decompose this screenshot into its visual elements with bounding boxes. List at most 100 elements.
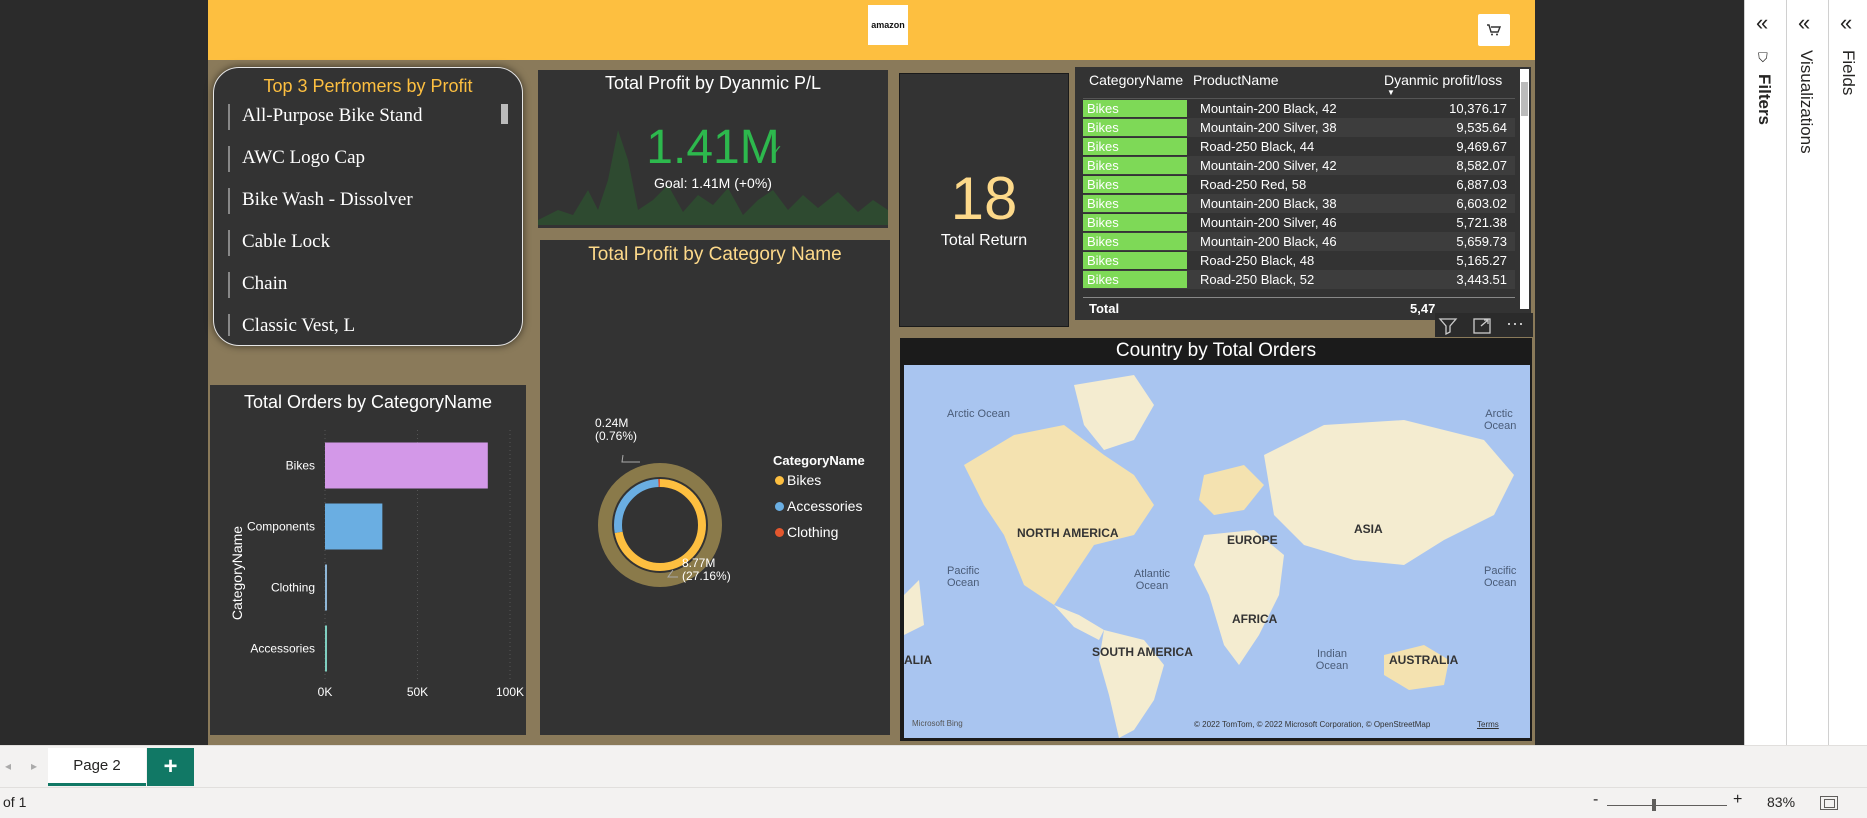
table-row[interactable]: Bikes Mountain-200 Black, 38 6,603.02 bbox=[1083, 194, 1515, 213]
zoom-out-button[interactable]: - bbox=[1593, 791, 1598, 809]
kpi-title: Total Profit by Dyanmic P/L bbox=[604, 73, 822, 93]
legend-title: CategoryName bbox=[773, 453, 865, 468]
total-return-card[interactable]: 18 Total Return bbox=[899, 73, 1069, 327]
cell-value: 5,721.38 bbox=[1456, 215, 1507, 230]
legend-dot bbox=[775, 502, 784, 511]
map-label: Pacific Ocean bbox=[1484, 565, 1517, 589]
map-label: Indian Ocean bbox=[1315, 648, 1349, 672]
y-tick-label: Clothing bbox=[271, 581, 315, 595]
column-header-category[interactable]: CategoryName bbox=[1089, 72, 1183, 88]
kpi-value: 1.41M bbox=[646, 121, 780, 174]
cell-product: Road-250 Black, 52 bbox=[1200, 272, 1315, 287]
legend-label: Bikes bbox=[787, 472, 822, 488]
slicer-item[interactable]: Cable Lock bbox=[228, 230, 330, 256]
kpi-visual[interactable]: Total Profit by Dyanmic P/L 1.41M ✓ Goal… bbox=[538, 70, 888, 228]
bar[interactable] bbox=[325, 564, 327, 611]
visualizations-pane[interactable]: « Visualizations bbox=[1786, 0, 1828, 745]
cell-product: Mountain-200 Black, 46 bbox=[1200, 234, 1337, 249]
fields-label[interactable]: Fields bbox=[1838, 50, 1858, 95]
cell-category: Bikes bbox=[1083, 138, 1187, 155]
next-page-icon[interactable]: ▸ bbox=[31, 759, 37, 773]
slicer-item[interactable]: Chain bbox=[228, 272, 287, 298]
table-row[interactable]: Bikes Road-250 Black, 52 3,443.51 bbox=[1083, 270, 1515, 289]
column-header-product[interactable]: ProductName bbox=[1193, 72, 1279, 88]
bar[interactable] bbox=[325, 503, 383, 550]
cell-product: Mountain-200 Black, 42 bbox=[1200, 101, 1337, 116]
focus-mode-icon[interactable] bbox=[1472, 317, 1492, 335]
filter-icon[interactable] bbox=[1438, 317, 1458, 336]
cell-value: 5,165.27 bbox=[1456, 253, 1507, 268]
x-tick-label: 100K bbox=[496, 685, 524, 699]
check-icon: ✓ bbox=[771, 142, 783, 158]
cell-category: Bikes bbox=[1083, 271, 1187, 288]
map-label: AFRICA bbox=[1232, 612, 1278, 626]
table-row[interactable]: Bikes Road-250 Black, 48 5,165.27 bbox=[1083, 251, 1515, 270]
fields-pane[interactable]: « Fields bbox=[1828, 0, 1867, 745]
legend-dot bbox=[775, 528, 784, 537]
prev-page-icon[interactable]: ◂ bbox=[5, 759, 11, 773]
profit-table[interactable]: CategoryName ProductName Dyanmic profit/… bbox=[1075, 67, 1531, 320]
map-label: NORTH AMERICA bbox=[1017, 526, 1119, 540]
table-row[interactable]: Bikes Mountain-200 Silver, 38 9,535.64 bbox=[1083, 118, 1515, 137]
label-leader-line bbox=[621, 454, 640, 463]
collapse-chevron-icon[interactable]: « bbox=[1798, 10, 1810, 36]
y-tick-label: Components bbox=[247, 520, 315, 534]
map-terms-link[interactable]: Terms bbox=[1477, 720, 1499, 729]
world-map[interactable]: Arctic Ocean Arctic Ocean NORTH AMERICA … bbox=[904, 365, 1530, 738]
legend-label: Accessories bbox=[787, 498, 863, 514]
cell-category: Bikes bbox=[1083, 233, 1187, 250]
card-value: 18 bbox=[950, 165, 1018, 232]
collapse-chevron-icon[interactable]: « bbox=[1756, 10, 1768, 36]
table-row[interactable]: Bikes Mountain-200 Black, 46 5,659.73 bbox=[1083, 232, 1515, 251]
more-options-icon[interactable]: ⋯ bbox=[1506, 314, 1524, 335]
cell-value: 6,887.03 bbox=[1456, 177, 1507, 192]
column-header-profit[interactable]: Dyanmic profit/loss bbox=[1384, 72, 1502, 88]
tab-page-2[interactable]: Page 2 bbox=[48, 748, 146, 786]
bar[interactable] bbox=[325, 442, 488, 489]
table-row[interactable]: Bikes Mountain-200 Silver, 46 5,721.38 bbox=[1083, 213, 1515, 232]
cell-value: 9,535.64 bbox=[1456, 120, 1507, 135]
card-label: Total Return bbox=[940, 232, 1028, 249]
data-label: 0.24M (0.76%) bbox=[595, 416, 638, 443]
fit-to-page-icon[interactable] bbox=[1820, 796, 1838, 810]
bar[interactable] bbox=[325, 625, 327, 672]
map-label: Pacific Ocean bbox=[947, 565, 980, 589]
table-row[interactable]: Bikes Mountain-200 Black, 42 10,376.17 bbox=[1083, 99, 1515, 118]
total-label: Total bbox=[1089, 301, 1120, 316]
table-row[interactable]: Bikes Road-250 Black, 44 9,469.67 bbox=[1083, 137, 1515, 156]
filters-label[interactable]: Filters bbox=[1754, 74, 1774, 125]
slicer-scrollbar[interactable] bbox=[501, 104, 508, 124]
slicer-item[interactable]: All-Purpose Bike Stand bbox=[228, 104, 423, 130]
orders-bar-chart[interactable]: Total Orders by CategoryName CategoryNam… bbox=[210, 385, 526, 735]
zoom-slider-thumb[interactable] bbox=[1652, 799, 1656, 811]
total-divider bbox=[1083, 297, 1515, 298]
data-label: 8.77M (27.16%) bbox=[682, 556, 731, 583]
zoom-in-button[interactable]: + bbox=[1733, 791, 1742, 809]
cell-product: Mountain-200 Silver, 46 bbox=[1200, 215, 1337, 230]
cell-category: Bikes bbox=[1083, 176, 1187, 193]
map-label: ALIA bbox=[904, 653, 932, 667]
cell-product: Road-250 Black, 44 bbox=[1200, 139, 1315, 154]
zoom-slider[interactable] bbox=[1607, 805, 1727, 806]
visualizations-label[interactable]: Visualizations bbox=[1796, 50, 1816, 154]
collapse-chevron-icon[interactable]: « bbox=[1840, 10, 1852, 36]
slicer-item[interactable]: Bike Wash - Dissolver bbox=[228, 188, 413, 214]
map-copyright: © 2022 TomTom, © 2022 Microsoft Corporat… bbox=[1194, 720, 1431, 729]
table-row[interactable]: Bikes Mountain-200 Silver, 42 8,582.07 bbox=[1083, 156, 1515, 175]
slicer-item[interactable]: Classic Vest, L bbox=[228, 314, 355, 336]
map-label: Arctic Ocean bbox=[1484, 408, 1517, 432]
add-page-button[interactable]: + bbox=[147, 748, 194, 786]
cell-category: Bikes bbox=[1083, 100, 1187, 117]
cell-value: 10,376.17 bbox=[1449, 101, 1507, 116]
slicer-item[interactable]: AWC Logo Cap bbox=[228, 146, 365, 172]
map-land bbox=[904, 375, 1514, 738]
table-scrollbar[interactable] bbox=[1520, 69, 1529, 309]
cart-icon[interactable] bbox=[1478, 14, 1510, 46]
table-row[interactable]: Bikes Road-250 Red, 58 6,887.03 bbox=[1083, 175, 1515, 194]
profit-donut-chart[interactable]: Total Profit by Category Name CategoryNa… bbox=[540, 240, 890, 735]
top-performers-slicer[interactable]: Top 3 Perfromers by Profit All-Purpose B… bbox=[213, 67, 523, 346]
map-label: Arctic Ocean bbox=[947, 408, 1010, 420]
y-tick-label: Bikes bbox=[286, 459, 315, 473]
filters-pane[interactable]: « ⛉ Filters bbox=[1744, 0, 1786, 745]
cell-value: 3,443.51 bbox=[1456, 272, 1507, 287]
